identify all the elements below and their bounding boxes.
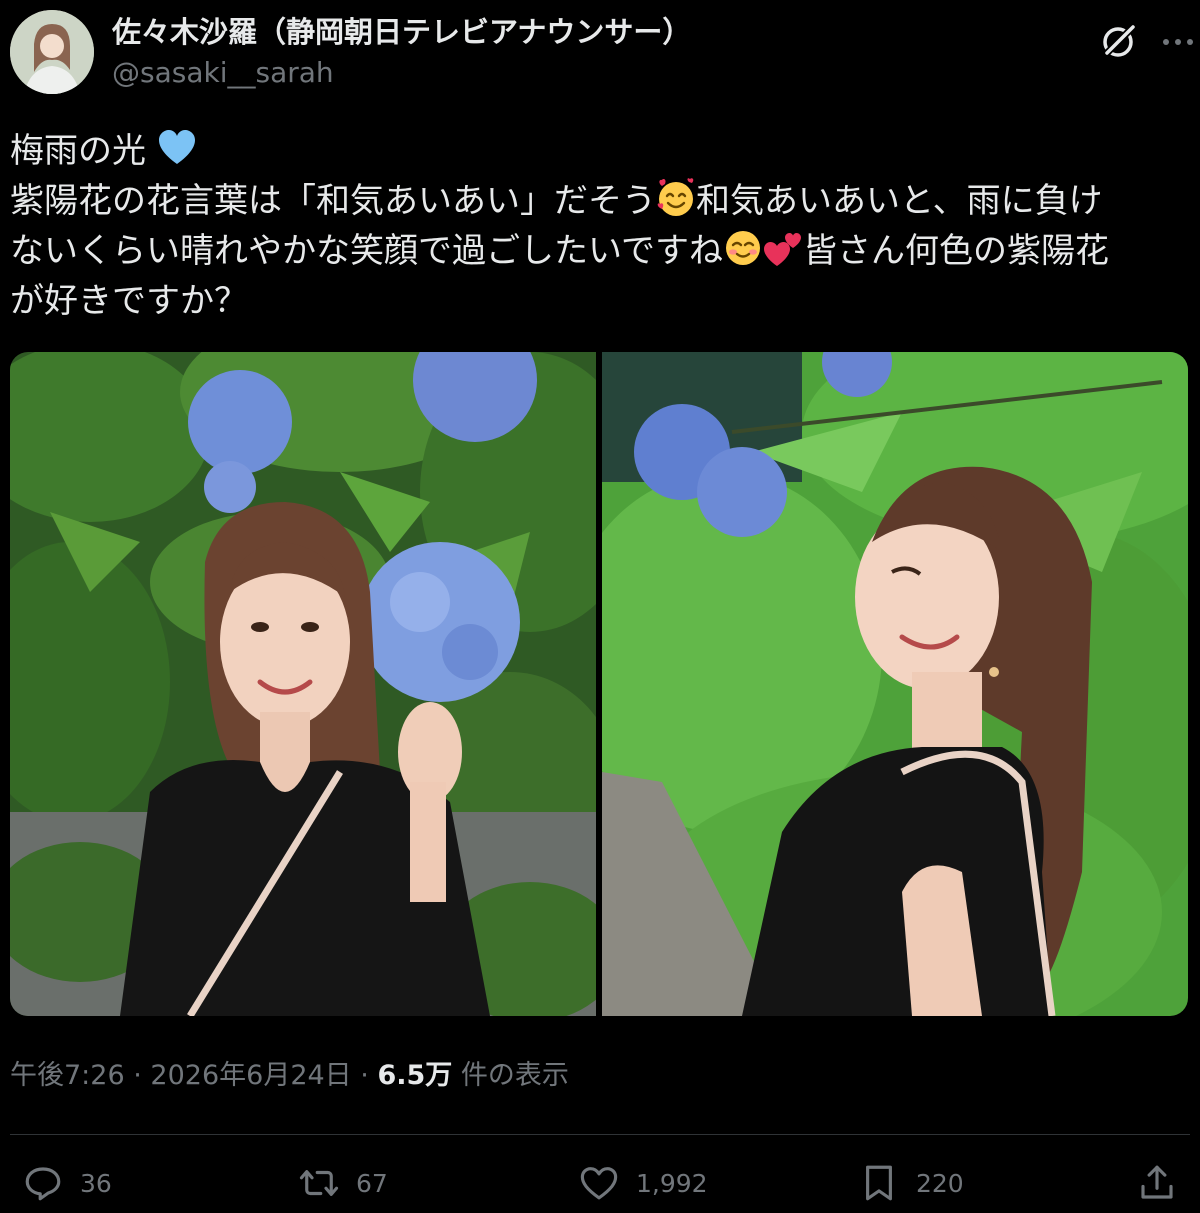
tweet-line-4: が好きですか？ [10, 276, 1188, 326]
reply-icon [25, 1167, 61, 1201]
tweet-text-segment: 梅雨の光 [10, 131, 146, 171]
bookmark-button[interactable]: 220 [858, 1158, 964, 1208]
tweet-text-segment: 紫陽花の花言葉は「和気あいあい」だそう [10, 181, 656, 221]
like-button[interactable]: 1,992 [578, 1158, 708, 1208]
photo-2[interactable] [602, 352, 1188, 1016]
views-label: 件の表示 [460, 1060, 569, 1091]
user-handle[interactable]: @sasaki__sarah [112, 56, 691, 90]
smiling-face-with-hearts-icon [657, 178, 694, 216]
bookmark-count: 220 [916, 1168, 964, 1198]
tweet-text-segment: 和気あいあいと、雨に負け [696, 181, 1103, 221]
repost-icon [299, 1170, 339, 1196]
blue-heart-icon [158, 130, 195, 164]
reply-button[interactable]: 36 [22, 1158, 112, 1208]
more-icon[interactable] [1158, 22, 1198, 62]
author-info[interactable]: 佐々木沙羅（静岡朝日テレビアナウンサー） @sasaki__sarah [112, 14, 691, 90]
tweet-date[interactable]: 2026年6月24日 [150, 1060, 351, 1091]
tweet-line-3: ないくらい晴れやかな笑顔で過ごしたいですね 皆さん何色の紫陽花 [10, 226, 1188, 276]
grok-icon[interactable] [1096, 20, 1140, 64]
repost-count: 67 [356, 1168, 388, 1198]
smiling-face-with-smiling-eyes-icon [725, 231, 760, 265]
tweet-text-segment: が好きですか？ [10, 281, 248, 321]
tweet-line-1: 梅雨の光 [10, 126, 1188, 176]
like-count: 1,992 [636, 1168, 708, 1198]
tweet-line-2: 紫陽花の花言葉は「和気あいあい」だそう 和気あいあいと、雨に負け [10, 176, 1188, 226]
tweet-text: 梅雨の光 紫陽花の花言葉は「和気あいあい」だそう 和気あいあいと、雨に負け ない… [10, 126, 1188, 326]
views-count: 6.5万 [377, 1060, 453, 1091]
media-grid [10, 352, 1188, 1016]
two-hearts-icon [763, 233, 801, 266]
repost-button[interactable]: 67 [298, 1158, 388, 1208]
tweet-meta: 午後7:26 · 2026年6月24日 · 6.5万 件の表示 [10, 1056, 569, 1096]
avatar[interactable] [10, 10, 94, 94]
share-button[interactable] [1136, 1158, 1178, 1208]
bookmark-icon [866, 1165, 892, 1201]
display-name[interactable]: 佐々木沙羅（静岡朝日テレビアナウンサー） [112, 14, 691, 50]
meta-separator: · [360, 1060, 369, 1091]
photo-1[interactable] [10, 352, 596, 1016]
divider [10, 1134, 1190, 1135]
meta-separator: · [133, 1060, 142, 1091]
tweet-time[interactable]: 午後7:26 [10, 1060, 125, 1091]
tweet-header: 佐々木沙羅（静岡朝日テレビアナウンサー） @sasaki__sarah [10, 8, 1193, 98]
tweet-text-segment: 皆さん何色の紫陽花 [802, 231, 1109, 271]
share-icon [1141, 1165, 1173, 1199]
reply-count: 36 [80, 1168, 112, 1198]
action-bar: 36 67 1,992 220 [10, 1158, 1190, 1208]
tweet-text-segment: ないくらい晴れやかな笑顔で過ごしたいですね [10, 231, 723, 271]
heart-icon [580, 1167, 618, 1200]
